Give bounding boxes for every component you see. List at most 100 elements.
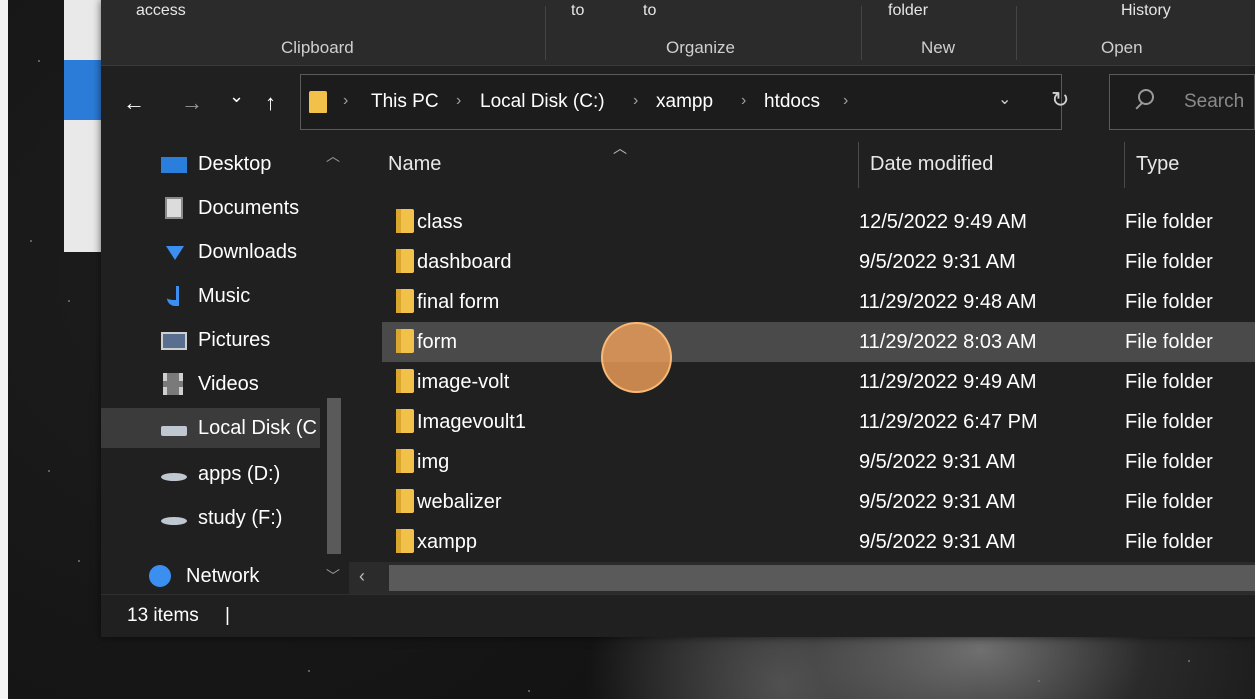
forward-arrow-icon[interactable]: →: [181, 90, 203, 116]
file-date-modified: 12/5/2022 9:49 AM: [859, 211, 1027, 233]
file-type: File folder: [1125, 291, 1213, 313]
sidebar-item-downloads[interactable]: Downloads: [157, 232, 327, 272]
pictures-icon: [161, 332, 187, 350]
file-row[interactable]: xampp 9/5/2022 9:31 AM File folder: [382, 522, 1255, 562]
breadcrumb-xampp[interactable]: xampp: [656, 91, 713, 113]
file-row[interactable]: form 11/29/2022 8:03 AM File folder: [382, 322, 1255, 362]
item-count: 13 items: [127, 605, 199, 626]
file-row[interactable]: webalizer 9/5/2022 9:31 AM File folder: [382, 482, 1255, 522]
column-header-date-modified[interactable]: Date modified: [870, 153, 993, 176]
ribbon-button-label[interactable]: folder: [888, 2, 928, 20]
scroll-down-arrow-icon[interactable]: ﹀: [326, 566, 340, 586]
file-row[interactable]: final form 11/29/2022 9:48 AM File folder: [382, 282, 1255, 322]
breadcrumb-separator: ›: [741, 92, 747, 109]
file-row[interactable]: Imagevoult1 11/29/2022 6:47 PM File folder: [382, 402, 1255, 442]
breadcrumb-this-pc[interactable]: This PC: [371, 91, 439, 113]
file-date-modified: 11/29/2022 6:47 PM: [859, 411, 1038, 433]
up-arrow-icon[interactable]: ↑: [265, 90, 276, 116]
sidebar-item-label: Local Disk (C: [198, 417, 317, 439]
file-type: File folder: [1125, 331, 1213, 353]
file-name: xampp: [417, 531, 478, 553]
file-type: File folder: [1125, 531, 1213, 553]
breadcrumb-separator: ›: [456, 92, 462, 109]
scroll-left-arrow-icon[interactable]: ‹: [359, 566, 365, 587]
ribbon-button-label[interactable]: to: [571, 2, 584, 20]
sidebar-item-label: Documents: [198, 197, 300, 219]
file-date-modified: 11/29/2022 9:49 AM: [859, 371, 1037, 393]
sidebar-item-pictures[interactable]: Pictures: [157, 320, 327, 360]
column-header-type[interactable]: Type: [1136, 153, 1179, 176]
folder-icon: [396, 409, 414, 433]
sidebar-item-network[interactable]: Network: [145, 556, 315, 596]
sidebar-item-label: Videos: [198, 373, 259, 395]
file-date-modified: 11/29/2022 8:03 AM: [859, 331, 1037, 353]
sidebar-item-study-f[interactable]: study (F:): [157, 498, 327, 538]
address-bar[interactable]: › This PC › Local Disk (C:) › xampp › ht…: [300, 74, 1069, 130]
column-divider[interactable]: [858, 142, 859, 188]
folder-icon: [396, 289, 414, 313]
recent-locations-chevron-icon[interactable]: ⌄: [229, 86, 244, 107]
background-window-accent: [64, 60, 104, 120]
file-name: class: [417, 211, 463, 233]
sidebar-item-apps-d[interactable]: apps (D:): [157, 454, 327, 494]
file-row[interactable]: dashboard 9/5/2022 9:31 AM File folder: [382, 242, 1255, 282]
scrollbar-thumb[interactable]: [327, 398, 341, 554]
folder-icon: [396, 249, 414, 273]
sidebar-item-music[interactable]: Music: [157, 276, 327, 316]
sidebar-item-local-disk-c[interactable]: Local Disk (C: [101, 408, 321, 448]
ribbon-group-new: New: [921, 38, 956, 57]
scrollbar-thumb[interactable]: [389, 565, 1255, 591]
ribbon-group-clipboard: Clipboard: [281, 38, 354, 57]
file-type: File folder: [1125, 411, 1213, 433]
refresh-icon[interactable]: ↻: [1051, 87, 1069, 113]
navigation-pane-scrollbar[interactable]: ︿ ﹀: [320, 142, 348, 594]
file-name: Imagevoult1: [417, 411, 526, 433]
file-date-modified: 9/5/2022 9:31 AM: [859, 251, 1016, 273]
folder-icon: [396, 529, 414, 553]
folder-icon: [396, 489, 414, 513]
ribbon-divider: [1016, 6, 1017, 60]
file-type: File folder: [1125, 211, 1213, 233]
file-row[interactable]: class 12/5/2022 9:49 AM File folder: [382, 202, 1255, 242]
sidebar-item-label: Pictures: [198, 329, 271, 351]
ribbon-divider: [861, 6, 862, 60]
file-type: File folder: [1125, 491, 1213, 513]
breadcrumb-separator: ›: [633, 92, 639, 109]
column-header-name[interactable]: Name: [388, 153, 441, 176]
search-box[interactable]: Search: [1109, 74, 1255, 130]
background-window: [64, 0, 104, 252]
sidebar-item-videos[interactable]: Videos: [157, 364, 327, 404]
file-row[interactable]: image-volt 11/29/2022 9:49 AM File folder: [382, 362, 1255, 402]
scroll-up-arrow-icon[interactable]: ︿: [326, 146, 340, 166]
ribbon-button-label[interactable]: access: [136, 2, 186, 20]
sidebar-item-label: Network: [186, 565, 260, 587]
column-divider[interactable]: [1124, 142, 1125, 188]
music-icon: [167, 286, 179, 306]
horizontal-scrollbar[interactable]: ‹: [349, 562, 1255, 594]
file-date-modified: 9/5/2022 9:31 AM: [859, 491, 1016, 513]
ribbon-group-organize: Organize: [666, 38, 735, 57]
ribbon-button-label[interactable]: to: [643, 2, 656, 20]
search-icon-handle: [1135, 102, 1143, 110]
videos-icon: [163, 373, 183, 395]
file-name: webalizer: [417, 491, 502, 513]
file-name: final form: [417, 291, 500, 313]
ribbon-divider: [545, 6, 546, 60]
file-row[interactable]: img 9/5/2022 9:31 AM File folder: [382, 442, 1255, 482]
breadcrumb-local-disk[interactable]: Local Disk (C:): [480, 91, 605, 113]
file-type: File folder: [1125, 451, 1213, 473]
ribbon-group-open: Open: [1101, 38, 1143, 57]
address-history-chevron-icon[interactable]: ⌄: [998, 89, 1011, 109]
breadcrumb-htdocs[interactable]: htdocs: [764, 91, 820, 113]
sidebar-item-label: apps (D:): [198, 463, 281, 485]
ribbon-button-label[interactable]: History: [1121, 2, 1171, 20]
sidebar-item-documents[interactable]: Documents: [157, 188, 327, 228]
sidebar-item-desktop[interactable]: Desktop: [157, 144, 327, 184]
back-arrow-icon[interactable]: ←: [123, 90, 145, 116]
drive-icon: [161, 517, 187, 525]
file-date-modified: 9/5/2022 9:31 AM: [859, 531, 1016, 553]
drive-icon: [161, 426, 187, 436]
folder-icon: [396, 329, 414, 353]
sidebar-item-label: Desktop: [198, 153, 272, 175]
documents-icon: [165, 197, 183, 219]
